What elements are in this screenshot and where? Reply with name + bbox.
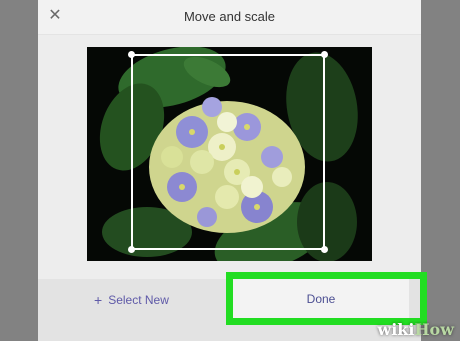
watermark-wiki: wiki	[377, 320, 415, 339]
image-editor-area	[38, 35, 421, 279]
dialog-footer: + Select New Done	[38, 279, 421, 341]
watermark-how: How	[414, 320, 454, 339]
select-new-button[interactable]: + Select New	[94, 290, 184, 310]
plus-icon: +	[94, 292, 103, 308]
dialog-title-bar: ✕ Move and scale	[38, 0, 421, 35]
move-and-scale-dialog: ✕ Move and scale + Select New Done	[38, 0, 421, 341]
crop-handle-bottom-left[interactable]	[128, 246, 135, 253]
select-new-label: Select New	[108, 293, 169, 307]
crop-handle-bottom-right[interactable]	[321, 246, 328, 253]
dialog-title: Move and scale	[183, 9, 276, 24]
crop-handle-top-left[interactable]	[128, 51, 135, 58]
wikihow-watermark: wikiHow	[377, 320, 454, 339]
crop-handle-top-right[interactable]	[321, 51, 328, 58]
done-button[interactable]: Done	[233, 279, 409, 318]
crop-frame[interactable]	[128, 51, 328, 253]
photo-preview	[87, 47, 372, 261]
